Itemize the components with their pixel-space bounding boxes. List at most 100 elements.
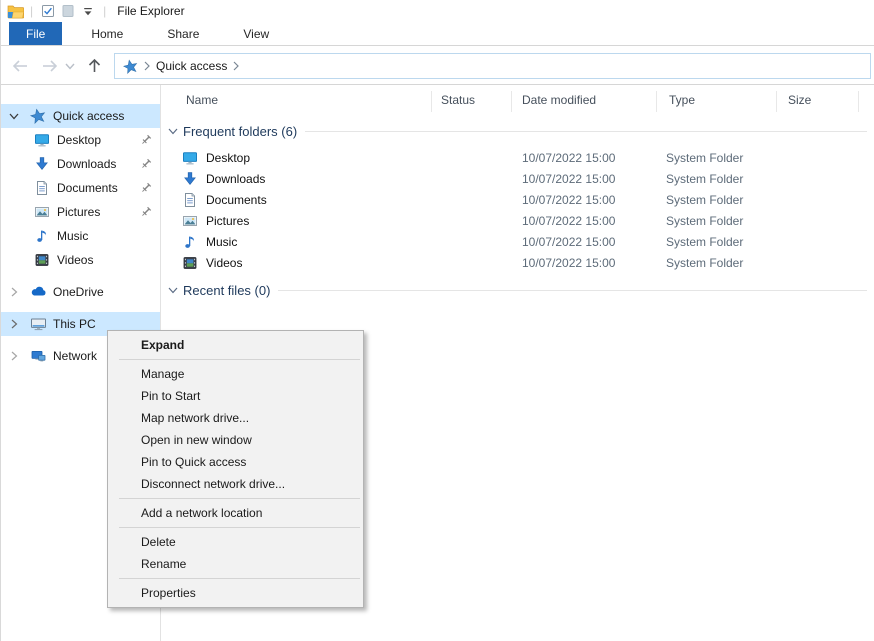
chevron-down-icon[interactable] xyxy=(168,287,178,294)
file-date-modified: 10/07/2022 15:00 xyxy=(522,193,615,207)
pin-icon xyxy=(140,134,152,146)
menu-item-open-in-new-window[interactable]: Open in new window xyxy=(108,429,363,451)
music-icon xyxy=(182,234,198,250)
menu-item-disconnect-network-drive[interactable]: Disconnect network drive... xyxy=(108,473,363,495)
column-header-date-modified[interactable]: Date modified xyxy=(522,93,596,107)
file-name: Documents xyxy=(206,193,267,207)
qat-properties-icon[interactable] xyxy=(38,2,58,20)
group-header-label: Frequent folders (6) xyxy=(183,124,297,139)
column-header-status[interactable]: Status xyxy=(441,93,475,107)
frequent-folders-list: Desktop 10/07/2022 15:00 System Folder D… xyxy=(162,148,874,274)
recent-locations-chevron-icon[interactable] xyxy=(63,56,77,76)
file-date-modified: 10/07/2022 15:00 xyxy=(522,256,615,270)
column-divider[interactable] xyxy=(776,91,777,112)
sidebar-item-label: Network xyxy=(53,349,97,363)
menu-item-delete[interactable]: Delete xyxy=(108,531,363,553)
group-header-rule xyxy=(278,290,867,291)
file-name: Pictures xyxy=(206,214,249,228)
file-row-music[interactable]: Music 10/07/2022 15:00 System Folder xyxy=(162,232,874,253)
file-row-downloads[interactable]: Downloads 10/07/2022 15:00 System Folder xyxy=(162,169,874,190)
group-header-recent-files[interactable]: Recent files (0) xyxy=(162,281,871,299)
sidebar-item-label: Videos xyxy=(57,253,93,267)
pin-icon xyxy=(140,206,152,218)
sidebar-item-downloads[interactable]: Downloads xyxy=(1,152,160,176)
file-explorer-logo-icon xyxy=(5,2,25,20)
chevron-down-icon[interactable] xyxy=(168,128,178,135)
music-icon xyxy=(33,228,51,244)
file-date-modified: 10/07/2022 15:00 xyxy=(522,214,615,228)
sidebar-item-music[interactable]: Music xyxy=(1,224,160,248)
file-type: System Folder xyxy=(666,172,743,186)
breadcrumb-quick-access[interactable]: Quick access xyxy=(156,59,227,73)
quick-access-star-icon xyxy=(29,108,47,124)
file-explorer-window: | | File Explorer File Home Share View xyxy=(0,0,874,641)
menu-item-pin-to-start[interactable]: Pin to Start xyxy=(108,385,363,407)
menu-item-expand[interactable]: Expand xyxy=(108,334,363,356)
column-header-type[interactable]: Type xyxy=(669,93,695,107)
menu-item-add-a-network-location[interactable]: Add a network location xyxy=(108,502,363,524)
address-bar[interactable]: Quick access xyxy=(114,53,871,79)
column-divider[interactable] xyxy=(511,91,512,112)
breadcrumb-chevron-icon[interactable] xyxy=(144,61,150,71)
menu-item-manage[interactable]: Manage xyxy=(108,363,363,385)
chevron-right-icon[interactable] xyxy=(7,319,21,329)
menu-separator xyxy=(119,359,360,360)
file-name: Desktop xyxy=(206,151,250,165)
column-header-name[interactable]: Name xyxy=(186,93,218,107)
group-header-label: Recent files (0) xyxy=(183,283,270,298)
chevron-right-icon[interactable] xyxy=(7,351,21,361)
sidebar-group-gap xyxy=(1,304,160,312)
sidebar-item-documents[interactable]: Documents xyxy=(1,176,160,200)
qat-separator: | xyxy=(30,4,33,18)
qat-new-folder-icon[interactable] xyxy=(58,2,78,20)
menu-item-rename[interactable]: Rename xyxy=(108,553,363,575)
sidebar-item-onedrive[interactable]: OneDrive xyxy=(1,280,160,304)
menu-item-map-network-drive[interactable]: Map network drive... xyxy=(108,407,363,429)
column-divider[interactable] xyxy=(858,91,859,112)
title-bar: | | File Explorer xyxy=(1,0,874,22)
breadcrumb-chevron-icon[interactable] xyxy=(233,61,239,71)
navigation-bar: Quick access xyxy=(1,47,874,85)
menu-item-properties[interactable]: Properties xyxy=(108,582,363,604)
forward-button-icon[interactable] xyxy=(39,56,61,76)
back-button-icon[interactable] xyxy=(9,56,31,76)
pictures-icon xyxy=(182,213,198,229)
qat-customize-caret-icon[interactable] xyxy=(78,2,98,20)
menu-separator xyxy=(119,527,360,528)
sidebar-item-videos[interactable]: Videos xyxy=(1,248,160,272)
file-date-modified: 10/07/2022 15:00 xyxy=(522,151,615,165)
context-menu: Expand Manage Pin to Start Map network d… xyxy=(107,330,364,608)
tab-share[interactable]: Share xyxy=(152,22,214,45)
sidebar-item-quick-access[interactable]: Quick access xyxy=(1,104,160,128)
file-row-pictures[interactable]: Pictures 10/07/2022 15:00 System Folder xyxy=(162,211,874,232)
file-row-documents[interactable]: Documents 10/07/2022 15:00 System Folder xyxy=(162,190,874,211)
menu-separator xyxy=(119,498,360,499)
menu-separator xyxy=(119,578,360,579)
sidebar-item-desktop[interactable]: Desktop xyxy=(1,128,160,152)
group-header-frequent-folders[interactable]: Frequent folders (6) xyxy=(162,122,871,140)
tab-file[interactable]: File xyxy=(9,22,62,45)
desktop-icon xyxy=(182,150,198,166)
tab-view[interactable]: View xyxy=(228,22,284,45)
sidebar-item-pictures[interactable]: Pictures xyxy=(1,200,160,224)
group-header-rule xyxy=(305,131,867,132)
this-pc-monitor-icon xyxy=(29,316,47,332)
sidebar-group-gap xyxy=(1,272,160,280)
chevron-down-icon[interactable] xyxy=(7,113,21,120)
sidebar-item-label: Pictures xyxy=(57,205,100,219)
chevron-right-icon[interactable] xyxy=(7,287,21,297)
column-divider[interactable] xyxy=(656,91,657,112)
file-name: Downloads xyxy=(206,172,265,186)
column-header-size[interactable]: Size xyxy=(788,93,811,107)
tab-home[interactable]: Home xyxy=(76,22,138,45)
file-name: Music xyxy=(206,235,237,249)
pin-icon xyxy=(140,182,152,194)
menu-item-pin-to-quick-access[interactable]: Pin to Quick access xyxy=(108,451,363,473)
file-type: System Folder xyxy=(666,256,743,270)
file-type: System Folder xyxy=(666,214,743,228)
up-button-icon[interactable] xyxy=(83,56,105,76)
file-row-videos[interactable]: Videos 10/07/2022 15:00 System Folder xyxy=(162,253,874,274)
column-divider[interactable] xyxy=(431,91,432,112)
window-title: File Explorer xyxy=(117,4,184,18)
file-row-desktop[interactable]: Desktop 10/07/2022 15:00 System Folder xyxy=(162,148,874,169)
